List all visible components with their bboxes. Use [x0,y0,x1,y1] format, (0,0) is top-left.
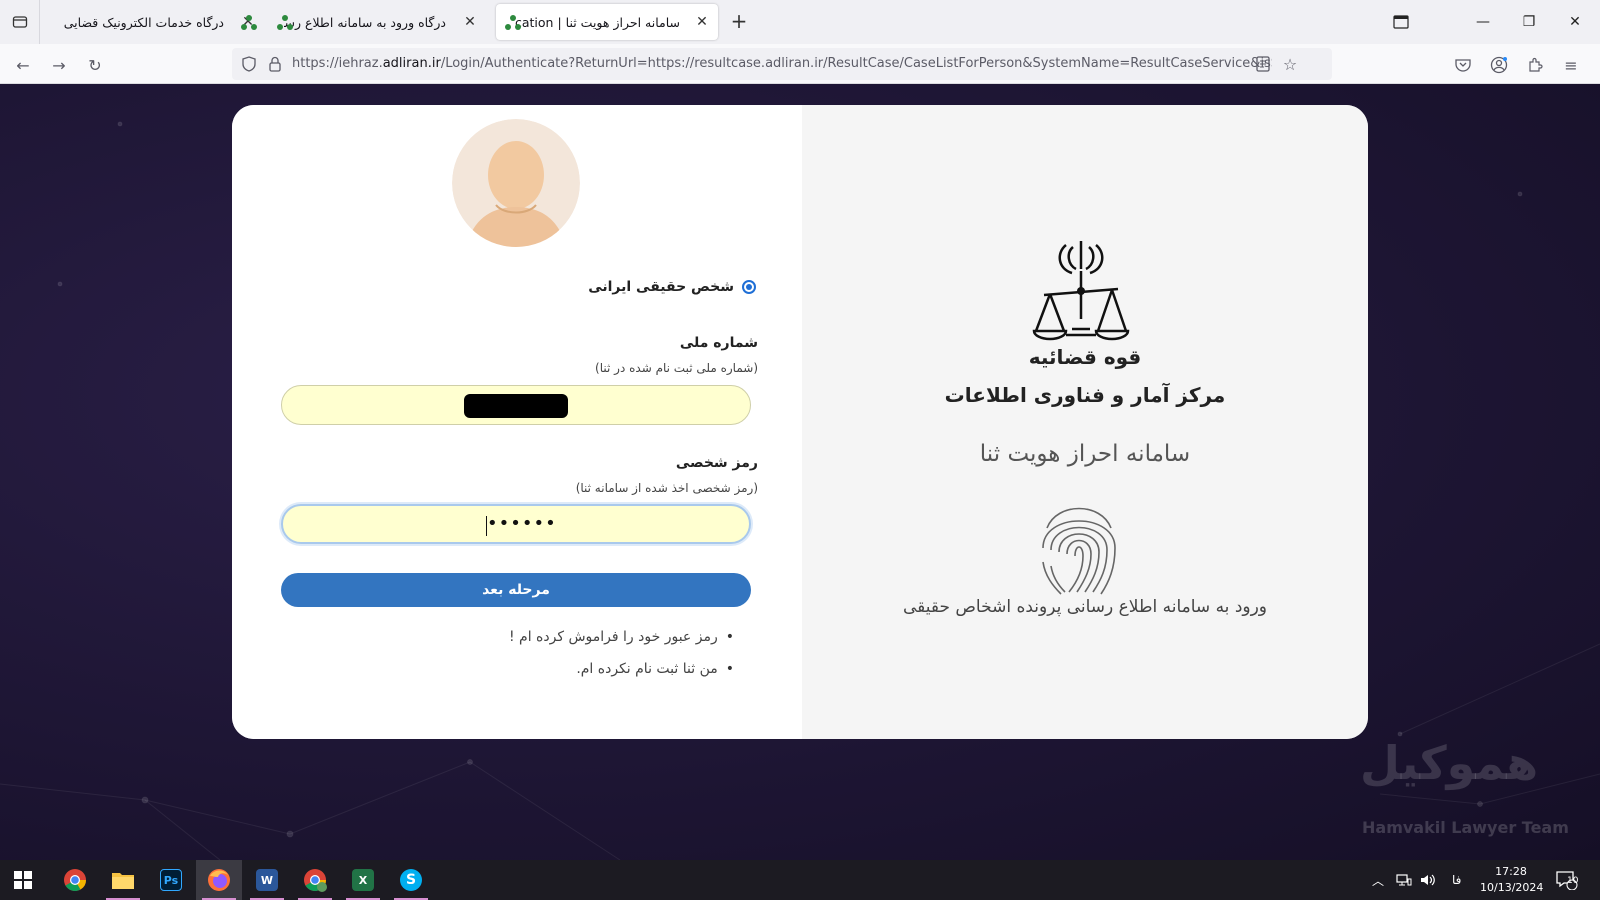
skype-icon[interactable]: S [388,860,434,900]
not-registered-link[interactable]: • من ثنا ثبت نام نکرده ام. [576,661,734,677]
person-type-label: شخص حقیقی ایرانی [588,279,734,295]
password-label: رمز شخصی [675,455,758,471]
word-icon[interactable]: W [244,860,290,900]
windows-start-icon[interactable] [0,860,46,900]
excel-icon[interactable]: X [340,860,386,900]
judiciary-favicon-icon [277,15,293,30]
url-prefix: https://iehraz. [292,56,383,71]
forgot-password-text: رمز عبور خود را فراموش کرده ام ! [508,629,718,645]
judiciary-favicon-icon [505,15,521,30]
judiciary-favicon-icon [241,15,257,30]
notification-count-badge: 10 [1567,876,1579,886]
show-hidden-icons-chevron-icon[interactable]: ︿ [1372,860,1384,900]
close-icon[interactable]: ✕ [694,14,710,30]
shield-icon[interactable] [238,53,260,75]
system-name: سامانه احراز هویت ثنا [979,441,1191,467]
next-step-button[interactable]: مرحله بعد [281,573,751,607]
national-id-hint: (شماره ملی ثبت نام شده در ثنا) [595,361,758,375]
browser-tab-strip: ✕ درگاه خدمات الکترونیک قضایی ✕ درگاه ور… [0,0,1600,44]
close-window-icon[interactable]: ✕ [1552,0,1598,44]
tab-title: درگاه خدمات الکترونیک قضایی [64,14,224,30]
window-list-icon[interactable] [1378,0,1424,44]
photoshop-icon[interactable]: Ps [148,860,194,900]
close-icon[interactable]: ✕ [462,14,478,30]
clock-time: 17:28 [1495,865,1527,878]
judiciary-emblem-icon [1032,241,1130,341]
new-tab-plus-icon[interactable]: + [728,10,750,32]
notification-center-icon[interactable]: 10 [1556,860,1578,900]
tab-title: درگاه ورود به سامانه اطلاع رسانی [284,14,446,30]
url-host: adliran.ir [382,56,441,71]
national-id-input[interactable] [281,385,751,425]
not-registered-text: من ثنا ثبت نام نکرده ام. [576,661,718,677]
person-type-option[interactable]: شخص حقیقی ایرانی [588,279,756,295]
browser-navbar: ← → ↻ https://iehraz.adliran.ir/Login/Au… [0,44,1600,84]
browser-tab[interactable]: ✕ درگاه ورود به سامانه اطلاع رسانی [270,4,484,40]
organization-name: قوه قضائیه [1028,345,1142,369]
user-avatar [452,119,580,247]
national-id-label: شماره ملی [679,335,758,351]
bullet-icon: • [725,661,734,677]
input-language-indicator[interactable]: فا [1452,860,1461,900]
address-bar[interactable]: https://iehraz.adliran.ir/Login/Authenti… [232,48,1332,80]
branding-panel: قوه قضائیه مرکز آمار و فناوری اطلاعات سا… [802,105,1368,739]
login-form-panel: شخص حقیقی ایرانی شماره ملی (شماره ملی ثب… [232,105,802,739]
login-card: شخص حقیقی ایرانی شماره ملی (شماره ملی ثب… [232,105,1368,739]
reload-icon[interactable]: ↻ [84,54,106,76]
browser-tab-active[interactable]: ✕ سامانه احراز هویت ثنا | Authentication [496,4,718,40]
network-icon[interactable] [1396,860,1412,900]
volume-icon[interactable] [1420,860,1436,900]
hamvakil-watermark-logo: هموکیل [1360,736,1539,790]
password-input[interactable]: •••••• [281,504,751,544]
chrome-icon[interactable] [52,860,98,900]
center-name: مرکز آمار و فناوری اطلاعات [944,383,1226,407]
password-hint: (رمز شخصی اخذ شده از سامانه ثنا) [575,481,758,495]
windows-taskbar: Ps W X S ︿ فا 17:28 10/13/2024 10 [0,860,1600,900]
back-arrow-icon[interactable]: ← [12,54,34,76]
tab-list-icon[interactable] [0,0,40,44]
redacted-value [464,394,568,418]
service-caption: ورود به سامانه اطلاع رسانی پرونده اشخاص … [902,597,1268,617]
restore-icon[interactable]: ❐ [1506,0,1552,44]
firefox-icon[interactable] [196,860,242,900]
url-text[interactable]: https://iehraz.adliran.ir/Login/Authenti… [292,56,1272,71]
file-explorer-icon[interactable] [100,860,146,900]
hamvakil-watermark-text: Hamvakil Lawyer Team [1362,818,1569,837]
tab-title: سامانه احراز هویت ثنا | Authentication [514,14,680,30]
clock-date: 10/13/2024 [1480,881,1544,894]
lock-icon[interactable] [264,53,286,75]
forward-arrow-icon[interactable]: → [48,54,70,76]
reader-view-icon[interactable] [1252,53,1274,75]
pocket-icon[interactable] [1452,54,1474,76]
extensions-puzzle-icon[interactable] [1524,54,1546,76]
url-path: /Login/Authenticate?ReturnUrl=https://re… [440,56,1272,71]
bullet-icon: • [725,629,734,645]
minimize-icon[interactable]: — [1460,0,1506,44]
system-clock[interactable]: 17:28 10/13/2024 [1480,864,1544,896]
person-type-radio[interactable] [742,280,756,294]
account-icon[interactable] [1488,54,1510,76]
chrome-profile-icon[interactable] [292,860,338,900]
browser-tab[interactable]: ✕ درگاه خدمات الکترونیک قضایی [48,4,262,40]
fingerprint-icon [1042,507,1116,595]
forgot-password-link[interactable]: • رمز عبور خود را فراموش کرده ام ! [509,629,734,645]
password-masked-value: •••••• [487,513,557,534]
bookmark-star-icon[interactable]: ☆ [1279,53,1301,75]
hamburger-menu-icon[interactable]: ≡ [1560,54,1582,76]
